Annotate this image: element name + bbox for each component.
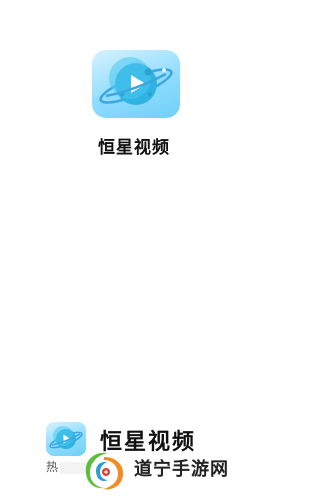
app-title: 恒星视频	[98, 138, 170, 158]
watermark-text: 道宁手游网	[134, 459, 229, 480]
app-icon[interactable]	[92, 50, 180, 118]
partial-label: 热	[46, 460, 59, 474]
daoning-logo-icon	[85, 452, 124, 490]
planet-play-icon	[99, 57, 173, 105]
